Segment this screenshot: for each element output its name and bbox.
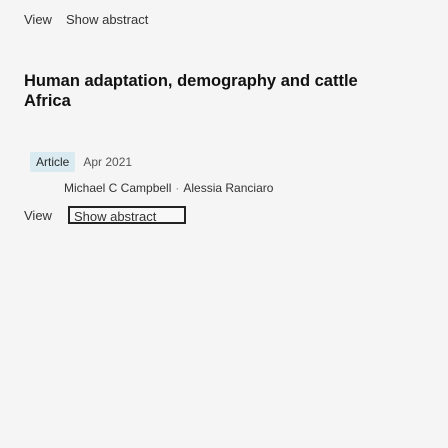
author-separator: · [175, 181, 180, 195]
publication-type-badge: Article [30, 152, 76, 172]
show-abstract-link[interactable]: Show abstract [67, 206, 186, 224]
author-link[interactable]: Michael C Campbell [64, 181, 171, 195]
title-line-2: Africa [24, 92, 71, 110]
publication-title[interactable]: Human adaptation, demography and cattle … [24, 71, 448, 111]
publication-date: Apr 2021 [83, 155, 133, 169]
publication-card: View Show abstract Human adaptation, dem… [0, 0, 448, 448]
show-abstract-link[interactable]: Show abstract [66, 12, 148, 27]
bottom-actions-bar: View Show abstract [24, 206, 186, 224]
view-link[interactable]: View [24, 208, 52, 223]
view-link[interactable]: View [24, 12, 52, 27]
publication-meta: Article Apr 2021 [30, 152, 132, 172]
title-line-1: Human adaptation, demography and cattle [24, 72, 358, 90]
author-link[interactable]: Alessia Ranciaro [183, 181, 273, 195]
top-actions-bar: View Show abstract [24, 12, 148, 27]
author-list: Michael C Campbell · Alessia Ranciaro [64, 181, 273, 195]
